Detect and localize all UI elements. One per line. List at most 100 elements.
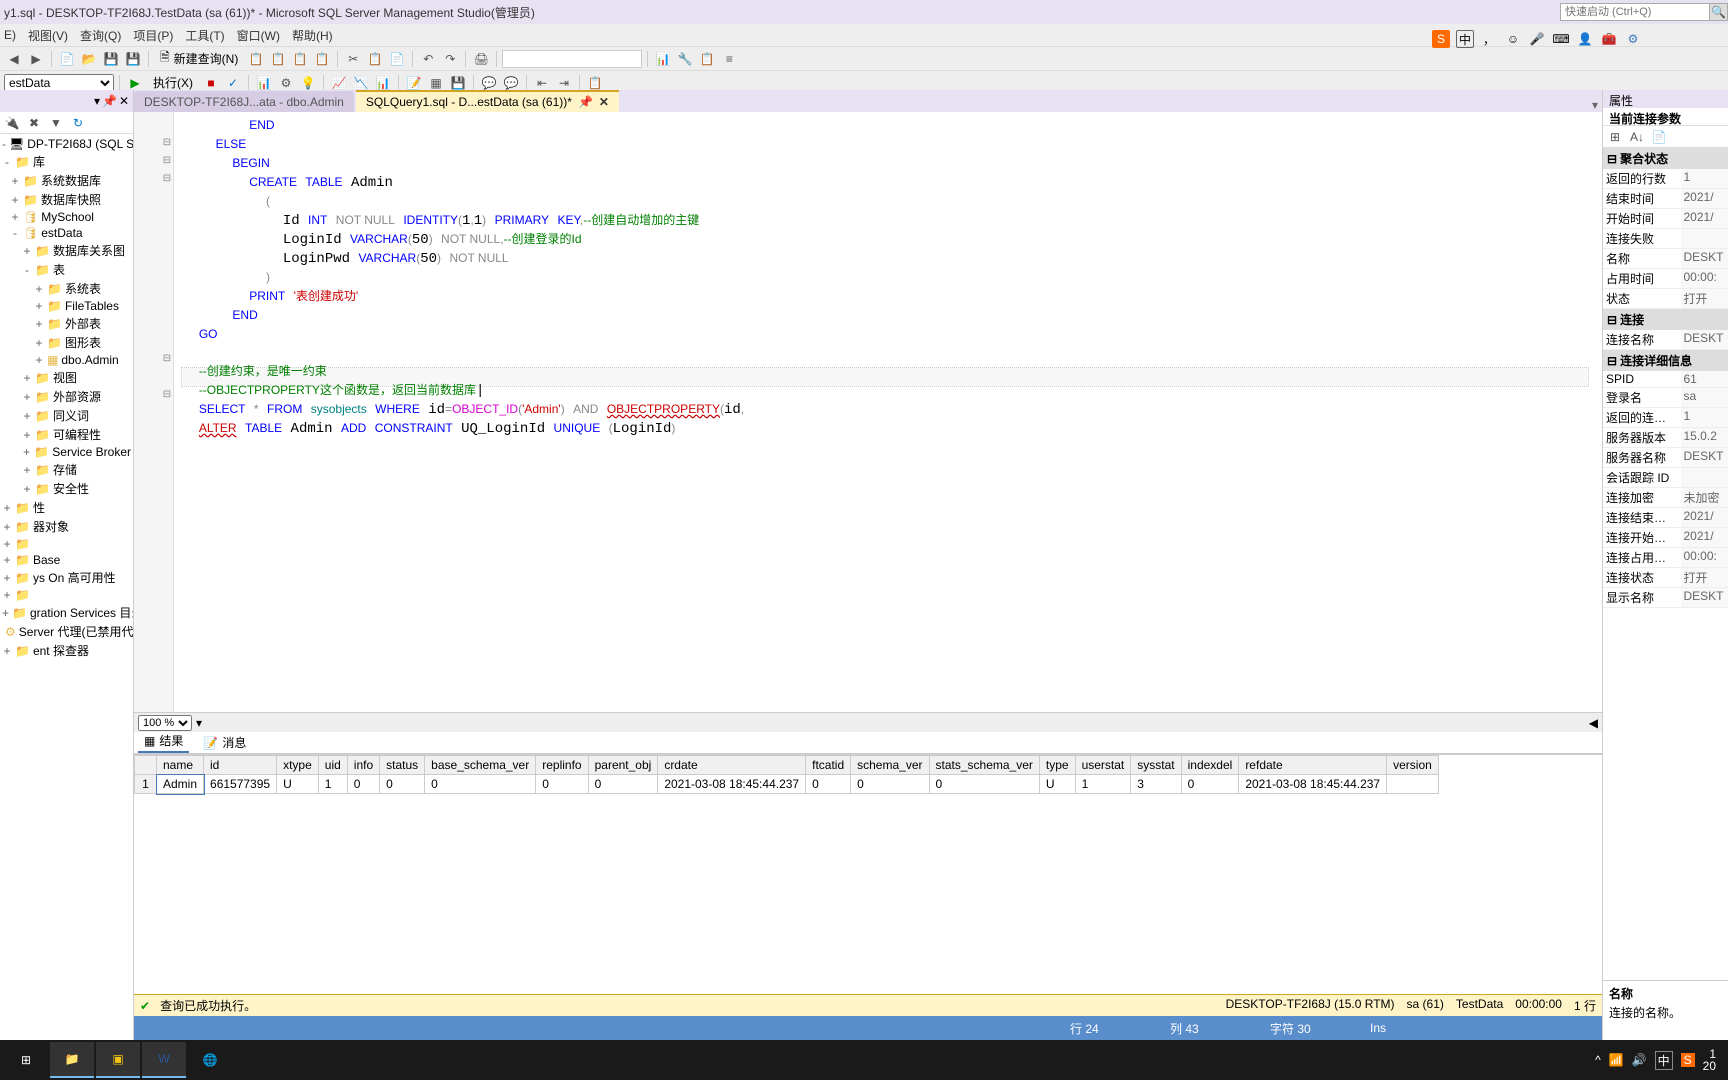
object-tree[interactable]: -🖥DP-TF2I68J (SQL Server 15.0 -📁库+📁系统数据库… bbox=[0, 134, 133, 1040]
tree-item[interactable]: +📁安全性 bbox=[0, 479, 133, 498]
results-grid[interactable]: nameidxtypeuidinfostatusbase_schema_verr… bbox=[134, 754, 1602, 994]
props-row[interactable]: 连接失败 bbox=[1603, 229, 1728, 249]
props-category[interactable]: ⊟连接详细信息 bbox=[1603, 350, 1728, 371]
task-explorer[interactable]: 📁 bbox=[50, 1042, 94, 1078]
props-row[interactable]: 结束时间2021/ bbox=[1603, 189, 1728, 209]
start-button[interactable]: ⊞ bbox=[4, 1042, 48, 1078]
tree-item[interactable]: ⚙ Server 代理(已禁用代理 XP) bbox=[0, 622, 133, 641]
menu-help[interactable]: 帮助(H) bbox=[292, 27, 333, 44]
tree-item[interactable]: +📁gration Services 目录 bbox=[0, 603, 133, 622]
pin-icon[interactable]: 📌 bbox=[102, 94, 117, 108]
menu-file[interactable]: E) bbox=[4, 28, 16, 42]
tree-item[interactable]: +🛢MySchool bbox=[0, 209, 133, 225]
db-query-icon[interactable]: 📋 bbox=[246, 49, 266, 69]
pin-icon[interactable]: 📌 bbox=[578, 95, 593, 109]
tree-item[interactable]: +📁外部资源 bbox=[0, 387, 133, 406]
tree-item[interactable]: +📁Base bbox=[0, 552, 133, 568]
tree-item[interactable]: +📁系统数据库 bbox=[0, 171, 133, 190]
tab-messages[interactable]: 📝消息 bbox=[197, 732, 252, 753]
mdx-query-icon[interactable]: 📋 bbox=[290, 49, 310, 69]
new-query-button[interactable]: 🗎 新建查询(N) bbox=[154, 49, 244, 69]
connect-icon[interactable]: 🔌 bbox=[2, 113, 22, 133]
as-query-icon[interactable]: 📋 bbox=[268, 49, 288, 69]
tree-item[interactable]: +📁Service Broker bbox=[0, 444, 133, 460]
filter-icon[interactable]: ▼ bbox=[46, 113, 66, 133]
tree-item[interactable]: +📁数据库快照 bbox=[0, 190, 133, 209]
zoom-dropdown-icon[interactable]: ▾ bbox=[196, 716, 202, 730]
undo-icon[interactable]: ↶ bbox=[418, 49, 438, 69]
ime-toolbox-icon[interactable]: 🧰 bbox=[1600, 30, 1618, 48]
tree-item[interactable]: +📁数据库关系图 bbox=[0, 241, 133, 260]
alphabetize-icon[interactable]: A↓ bbox=[1627, 127, 1647, 147]
zoom-combo[interactable]: 100 % bbox=[138, 715, 192, 731]
props-row[interactable]: 连接开始时间2021/ bbox=[1603, 528, 1728, 548]
scroll-left-icon[interactable]: ◀ bbox=[1589, 716, 1598, 730]
tree-item[interactable]: -📁库 bbox=[0, 152, 133, 171]
ime-settings-icon[interactable]: ⚙ bbox=[1624, 30, 1642, 48]
disconnect-icon[interactable]: ✖ bbox=[24, 113, 44, 133]
tree-item[interactable]: -📁表 bbox=[0, 260, 133, 279]
task-ssms[interactable]: ▣ bbox=[96, 1042, 140, 1078]
tree-item[interactable]: +📁FileTables bbox=[0, 298, 133, 314]
properties-icon[interactable]: 📋 bbox=[697, 49, 717, 69]
find-combo[interactable] bbox=[502, 50, 642, 68]
tree-item[interactable]: +📁图形表 bbox=[0, 333, 133, 352]
search-icon[interactable]: 🔍 bbox=[1710, 3, 1728, 21]
tree-item[interactable]: +📁视图 bbox=[0, 368, 133, 387]
props-row[interactable]: 服务器版本15.0.2 bbox=[1603, 428, 1728, 448]
props-category[interactable]: ⊟聚合状态 bbox=[1603, 148, 1728, 169]
props-row[interactable]: 连接加密未加密 bbox=[1603, 488, 1728, 508]
props-row[interactable]: 显示名称DESKT bbox=[1603, 588, 1728, 608]
props-row[interactable]: 会话跟踪 ID bbox=[1603, 468, 1728, 488]
copy-icon[interactable]: 📋 bbox=[365, 49, 385, 69]
cut-icon[interactable]: ✂ bbox=[343, 49, 363, 69]
tray-speaker-icon[interactable]: 🔊 bbox=[1632, 1053, 1647, 1067]
back-icon[interactable]: ◀ bbox=[4, 49, 24, 69]
task-word[interactable]: W bbox=[142, 1042, 186, 1078]
tree-root[interactable]: -🖥DP-TF2I68J (SQL Server 15.0 bbox=[0, 136, 133, 152]
task-browser[interactable]: 🌐 bbox=[188, 1042, 232, 1078]
refresh-icon[interactable]: ↻ bbox=[68, 113, 88, 133]
dmx-query-icon[interactable]: 📋 bbox=[312, 49, 332, 69]
props-row[interactable]: SPID61 bbox=[1603, 371, 1728, 388]
tree-item[interactable]: +📁外部表 bbox=[0, 314, 133, 333]
ime-sogou-icon[interactable]: S bbox=[1432, 30, 1450, 48]
props-row[interactable]: 连接占用时间00:00: bbox=[1603, 548, 1728, 568]
quick-launch-input[interactable] bbox=[1560, 3, 1710, 21]
ime-keyboard-icon[interactable]: ⌨ bbox=[1552, 30, 1570, 48]
tray-sogou-icon[interactable]: S bbox=[1681, 1053, 1695, 1067]
redo-icon[interactable]: ↷ bbox=[440, 49, 460, 69]
tray-chevron-icon[interactable]: ^ bbox=[1595, 1053, 1601, 1067]
properties-grid[interactable]: ⊟聚合状态返回的行数1结束时间2021/开始时间2021/连接失败名称DESKT… bbox=[1603, 148, 1728, 980]
open-file-icon[interactable]: 📂 bbox=[79, 49, 99, 69]
ime-mic-icon[interactable]: 🎤 bbox=[1528, 30, 1546, 48]
tray-clock[interactable]: 1 20 bbox=[1703, 1048, 1716, 1072]
tree-item[interactable]: +📁系统表 bbox=[0, 279, 133, 298]
tree-item[interactable]: +▦dbo.Admin bbox=[0, 352, 133, 368]
code-editor[interactable]: END ELSE BEGIN CREATE TABLE Admin ( Id I… bbox=[134, 112, 1602, 712]
tree-item[interactable]: +📁ys On 高可用性 bbox=[0, 568, 133, 587]
forward-icon[interactable]: ▶ bbox=[26, 49, 46, 69]
save-all-icon[interactable]: 💾 bbox=[123, 49, 143, 69]
ime-face-icon[interactable]: ☺ bbox=[1504, 30, 1522, 48]
tray-network-icon[interactable]: 📶 bbox=[1609, 1053, 1624, 1067]
categorize-icon[interactable]: ⊞ bbox=[1605, 127, 1625, 147]
menu-project[interactable]: 项目(P) bbox=[133, 27, 173, 44]
tree-item[interactable]: -🛢estData bbox=[0, 225, 133, 241]
tab-table[interactable]: DESKTOP-TF2I68J...ata - dbo.Admin bbox=[134, 91, 354, 112]
tree-item[interactable]: +📁可编程性 bbox=[0, 425, 133, 444]
tree-item[interactable]: +📁存储 bbox=[0, 460, 133, 479]
activity-monitor-icon[interactable]: 📊 bbox=[653, 49, 673, 69]
menu-query[interactable]: 查询(Q) bbox=[80, 27, 121, 44]
tab-dropdown-icon[interactable]: ▾ bbox=[1592, 98, 1602, 112]
database-combo[interactable]: estData bbox=[4, 74, 114, 92]
code-content[interactable]: END ELSE BEGIN CREATE TABLE Admin ( Id I… bbox=[134, 112, 1602, 442]
dropdown-icon[interactable]: ▾ bbox=[94, 94, 100, 108]
tab-query[interactable]: SQLQuery1.sql - D...estData (sa (61))* 📌… bbox=[356, 91, 619, 112]
new-project-icon[interactable]: 📄 bbox=[57, 49, 77, 69]
props-row[interactable]: 名称DESKT bbox=[1603, 249, 1728, 269]
tree-item[interactable]: +📁性 bbox=[0, 498, 133, 517]
print-icon[interactable]: 🖨 bbox=[471, 49, 491, 69]
props-row[interactable]: 返回的行数1 bbox=[1603, 169, 1728, 189]
results-table[interactable]: nameidxtypeuidinfostatusbase_schema_verr… bbox=[134, 755, 1439, 794]
